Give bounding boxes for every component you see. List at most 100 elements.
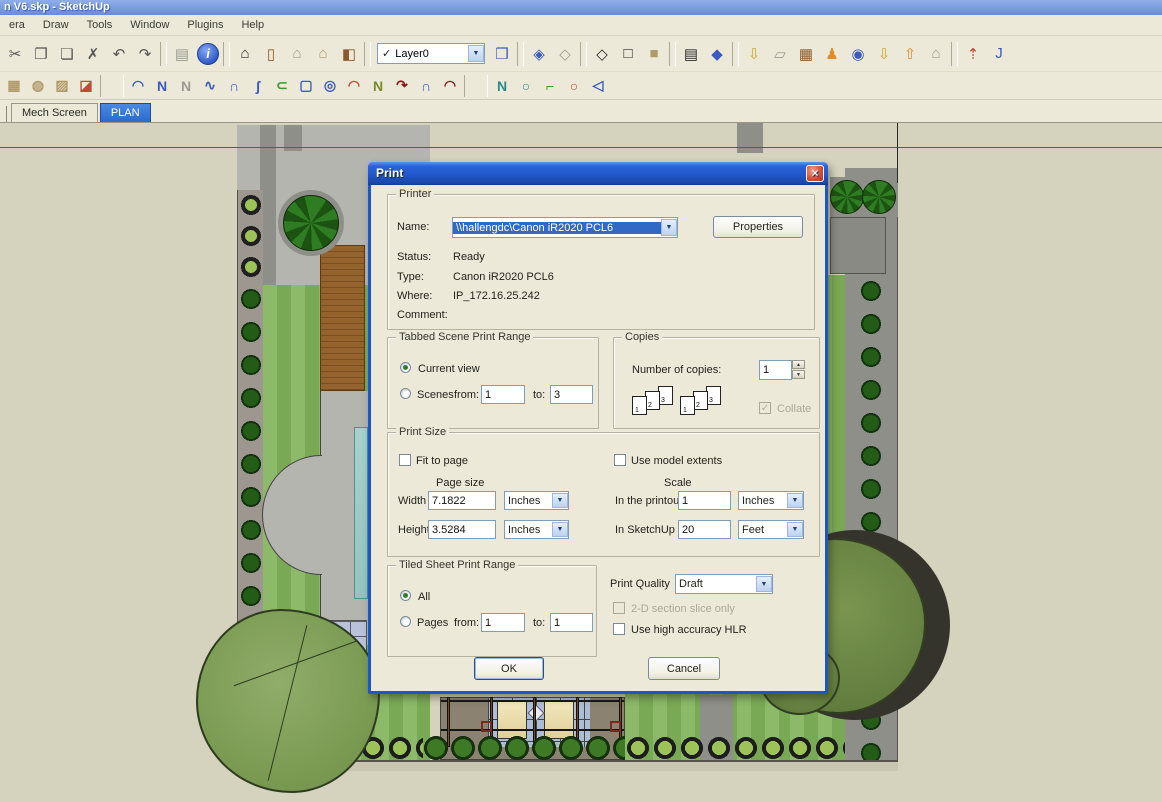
high-accuracy-hlr-checkbox[interactable] <box>613 623 625 635</box>
arc-red-icon[interactable]: ◠ <box>342 75 366 97</box>
menu-item[interactable]: Plugins <box>178 16 232 34</box>
printout-input[interactable] <box>678 491 731 510</box>
scenes-to-input[interactable] <box>550 385 593 404</box>
hook-curve-icon[interactable]: ↷ <box>390 75 414 97</box>
redo-icon[interactable]: ↷ <box>132 41 158 67</box>
print-quality-dropdown[interactable]: Draft ▼ <box>675 574 773 594</box>
view-back-icon[interactable]: ◧ <box>336 41 362 67</box>
layer-manager-icon[interactable]: ❒ <box>489 41 515 67</box>
chevron-down-icon[interactable]: ▼ <box>756 576 772 592</box>
printout-unit-dropdown[interactable]: Inches ▼ <box>738 491 804 510</box>
face-wireframe-cube-icon[interactable]: ◇ <box>552 41 578 67</box>
toggle-terrain-icon[interactable]: ▱ <box>767 41 793 67</box>
all-pages-radio[interactable] <box>400 590 411 601</box>
share-model-icon[interactable]: ⌂ <box>923 41 949 67</box>
menu-item[interactable]: Draw <box>34 16 78 34</box>
terrain-smoove-icon[interactable]: ▨ <box>50 75 74 97</box>
add-placemark-icon[interactable]: ♟ <box>819 41 845 67</box>
view-front-icon[interactable]: ⌂ <box>284 41 310 67</box>
ok-button[interactable]: OK <box>474 657 544 680</box>
window-titlebar[interactable]: n V6.skp - SketchUp <box>0 0 1162 15</box>
sketchup-input[interactable] <box>678 520 731 539</box>
cancel-button[interactable]: Cancel <box>648 657 720 680</box>
pages-to-input[interactable] <box>550 613 593 632</box>
spin-up-icon[interactable]: ▲ <box>792 360 805 369</box>
face-xray-cube-icon[interactable]: ◈ <box>526 41 552 67</box>
menu-item[interactable]: era <box>0 16 34 34</box>
sep[interactable] <box>464 75 488 97</box>
face-shaded-cube-icon[interactable]: □ <box>615 41 641 67</box>
use-model-extents-checkbox[interactable] <box>614 454 626 466</box>
height-input[interactable] <box>428 520 496 539</box>
chevron-down-icon[interactable]: ▼ <box>552 522 568 537</box>
wrench-icon[interactable]: ⌐ <box>538 75 562 97</box>
google-earth-icon[interactable]: ◉ <box>845 41 871 67</box>
spin-down-icon[interactable]: ▼ <box>792 370 805 379</box>
sandbox-tools-icon[interactable]: J <box>986 41 1012 67</box>
scenes-radio[interactable] <box>400 388 411 399</box>
import-model-icon[interactable]: ⇧ <box>897 41 923 67</box>
get-current-view-icon[interactable]: ⇩ <box>741 41 767 67</box>
collate-checkbox[interactable]: ✓ <box>759 402 771 414</box>
printer-name-dropdown[interactable]: \\hallengdc\Canon iR2020 PCL6 ▼ <box>452 217 678 238</box>
pages-from-input[interactable] <box>481 613 525 632</box>
scenes-from-input[interactable] <box>481 385 525 404</box>
terrain-contours-icon[interactable]: ▦ <box>2 75 26 97</box>
sep[interactable] <box>160 42 167 66</box>
sep[interactable] <box>223 42 230 66</box>
bezier-s-curve-icon[interactable]: ʃ <box>246 75 270 97</box>
erase-icon[interactable]: ✗ <box>80 41 106 67</box>
menu-item[interactable]: Tools <box>78 16 122 34</box>
polyline-teal-icon[interactable]: N <box>490 75 514 97</box>
face-textured-cube-icon[interactable]: ■ <box>641 41 667 67</box>
photo-texture-icon[interactable]: ▦ <box>793 41 819 67</box>
layer-dropdown[interactable]: ✓ Layer0 ▼ <box>377 43 485 64</box>
fit-to-page-checkbox[interactable] <box>399 454 411 466</box>
bezier-arc-icon[interactable]: ◠ <box>126 75 150 97</box>
width-unit-dropdown[interactable]: Inches ▼ <box>504 491 569 510</box>
spiral-icon[interactable]: ◎ <box>318 75 342 97</box>
translucent-cube-icon[interactable]: ◆ <box>704 41 730 67</box>
height-unit-dropdown[interactable]: Inches ▼ <box>504 520 569 539</box>
bezier-points-icon[interactable]: N <box>174 75 198 97</box>
rounded-rect-icon[interactable]: ▢ <box>294 75 318 97</box>
thick-arc-icon[interactable]: ◠ <box>438 75 462 97</box>
close-icon[interactable]: × <box>806 165 824 182</box>
chevron-down-icon[interactable]: ▼ <box>661 219 677 236</box>
chevron-down-icon[interactable]: ▼ <box>787 493 803 508</box>
arch-curve-icon[interactable]: ∩ <box>414 75 438 97</box>
pages-radio[interactable] <box>400 616 411 627</box>
sep[interactable] <box>732 42 739 66</box>
current-view-radio[interactable] <box>400 362 411 373</box>
view-right-icon[interactable]: ⌂ <box>310 41 336 67</box>
dialog-titlebar[interactable]: Print × <box>368 162 828 185</box>
width-input[interactable] <box>428 491 496 510</box>
bezier-wave-icon[interactable]: ∩ <box>222 75 246 97</box>
sep[interactable] <box>951 42 958 66</box>
sketchup-unit-dropdown[interactable]: Feet ▼ <box>738 520 804 539</box>
properties-button[interactable]: Properties <box>713 216 803 238</box>
sep[interactable] <box>100 75 124 97</box>
copy-icon[interactable]: ❐ <box>28 41 54 67</box>
section-slice-checkbox[interactable] <box>613 602 625 614</box>
polyline-olive-icon[interactable]: N <box>366 75 390 97</box>
polygon-dotted-icon[interactable]: ○ <box>514 75 538 97</box>
bezier-polyline-icon[interactable]: N <box>150 75 174 97</box>
chevron-down-icon[interactable]: ▼ <box>468 45 484 62</box>
sandbox-from-contours-icon[interactable]: ⇡ <box>960 41 986 67</box>
scene-tab[interactable]: Mech Screen <box>11 103 98 122</box>
cut-icon[interactable]: ✂ <box>2 41 28 67</box>
terrain-scratch-icon[interactable]: ◍ <box>26 75 50 97</box>
scene-tab[interactable]: PLAN <box>100 103 151 122</box>
paste-icon[interactable]: ❏ <box>54 41 80 67</box>
sep[interactable] <box>517 42 524 66</box>
layers-cube-icon[interactable]: ▤ <box>678 41 704 67</box>
view-iso-icon[interactable]: ⌂ <box>232 41 258 67</box>
menu-item[interactable]: Window <box>121 16 178 34</box>
sep[interactable] <box>669 42 676 66</box>
arc-green-icon[interactable]: ⊂ <box>270 75 294 97</box>
export-model-icon[interactable]: ⇩ <box>871 41 897 67</box>
copies-input[interactable] <box>759 360 792 380</box>
chevron-down-icon[interactable]: ▼ <box>787 522 803 537</box>
sep[interactable] <box>580 42 587 66</box>
